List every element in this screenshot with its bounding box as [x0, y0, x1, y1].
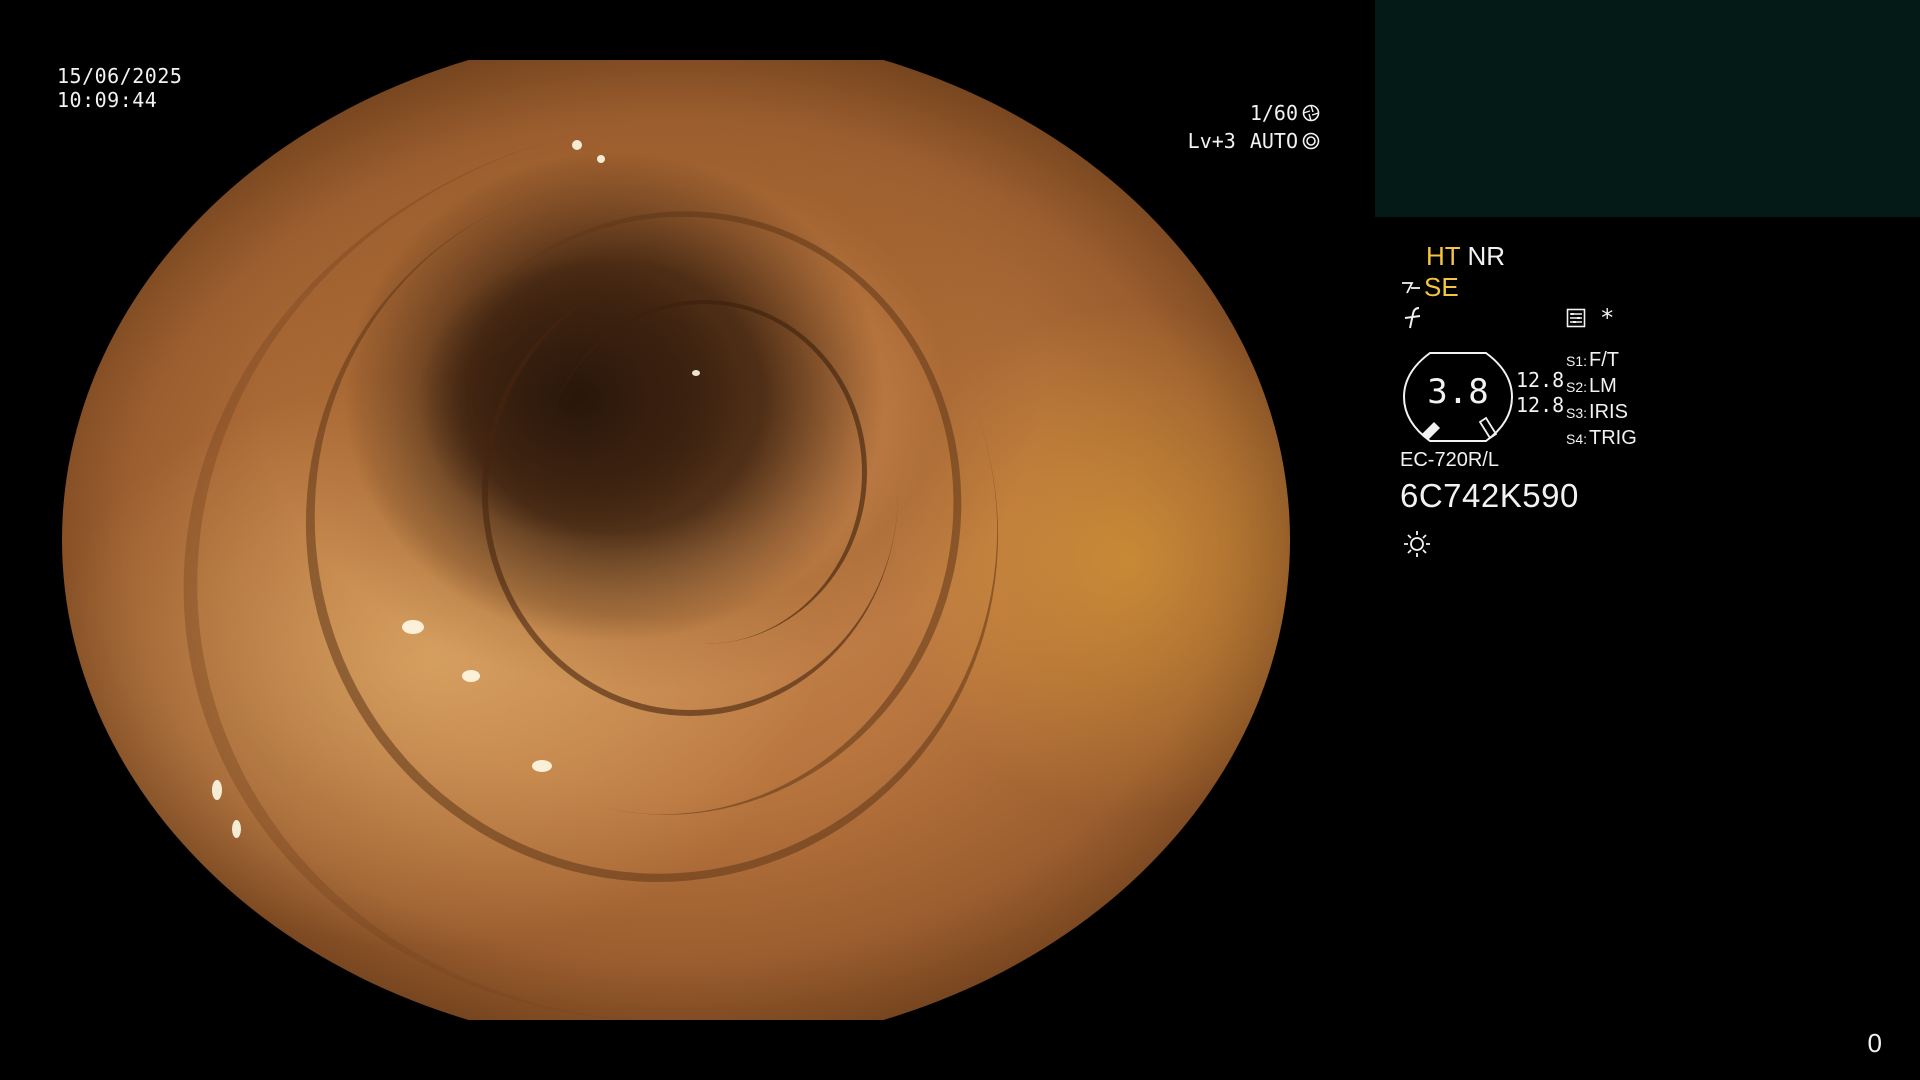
- switch-item: S3: IRIS: [1566, 400, 1637, 426]
- light-reflection: [232, 820, 241, 838]
- light-reflection: [462, 670, 480, 682]
- ht-indicator: HT: [1426, 241, 1461, 271]
- exposure-overlay: 1/60 Lv+3 AUTO: [1188, 99, 1320, 155]
- light-reflection: [597, 155, 605, 163]
- switch-item: S2: LM: [1566, 374, 1637, 400]
- light-source-icon: [1404, 531, 1430, 557]
- structure-enhance-icon: [1402, 282, 1420, 294]
- image-counter: 0: [1867, 1028, 1882, 1058]
- se-indicator: SE: [1424, 272, 1459, 302]
- gauge-readout: 12.8: [1516, 368, 1565, 392]
- light-reflection: [532, 760, 552, 772]
- switch-label: LM: [1589, 375, 1617, 397]
- asterisk-indicator: *: [1600, 304, 1615, 332]
- switch-number: S2:: [1566, 379, 1588, 395]
- switch-number: S3:: [1566, 405, 1588, 421]
- switch-label: IRIS: [1589, 401, 1628, 423]
- light-reflection: [402, 620, 424, 634]
- switch-item: S4: TRIG: [1566, 426, 1637, 452]
- light-reflection: [572, 140, 582, 150]
- date-text: 15/06/2025: [57, 64, 183, 88]
- switch-number: S1:: [1566, 353, 1588, 369]
- light-reflection: [212, 780, 222, 800]
- mucosal-fold: [542, 300, 867, 644]
- scope-switch-list: S1: F/T S2: LM S3: IRIS S4: TRIG: [1566, 348, 1637, 452]
- switch-number: S4:: [1566, 431, 1588, 447]
- settings-indicators: *: [1566, 304, 1615, 332]
- bending-gauge: 3.8: [1400, 350, 1516, 444]
- gauge-value: 3.8: [1427, 372, 1489, 412]
- light-reflection: [692, 370, 700, 376]
- aperture-icon: [1302, 104, 1320, 122]
- nr-indicator: NR: [1467, 241, 1505, 271]
- enhancement-status: HT NR: [1426, 240, 1505, 272]
- time-text: 10:09:44: [57, 88, 158, 112]
- switch-label: TRIG: [1589, 427, 1637, 449]
- datetime-stamp: 15/06/2025 10:09:44: [57, 64, 182, 112]
- endoscope-view: [62, 60, 1290, 1020]
- gauge-readouts: 12.8 12.8: [1516, 368, 1564, 418]
- switch-label: F/T: [1589, 349, 1620, 371]
- function-icon: [1404, 307, 1421, 329]
- iris-icon: [1302, 132, 1320, 150]
- menu-card-icon: [1566, 308, 1586, 328]
- switch-item: S1: F/T: [1566, 348, 1637, 374]
- shutter-speed: 1/60: [1249, 101, 1298, 125]
- brightness-level: Lv+3: [1187, 129, 1236, 153]
- gauge-readout: 12.8: [1516, 393, 1565, 417]
- scope-model: EC-720R/L: [1400, 449, 1499, 471]
- scope-serial: 6C742K590: [1400, 477, 1579, 514]
- structure-enhance-status: SE: [1400, 271, 1459, 303]
- iris-mode: AUTO: [1249, 129, 1298, 153]
- sub-image-window: [1375, 0, 1920, 217]
